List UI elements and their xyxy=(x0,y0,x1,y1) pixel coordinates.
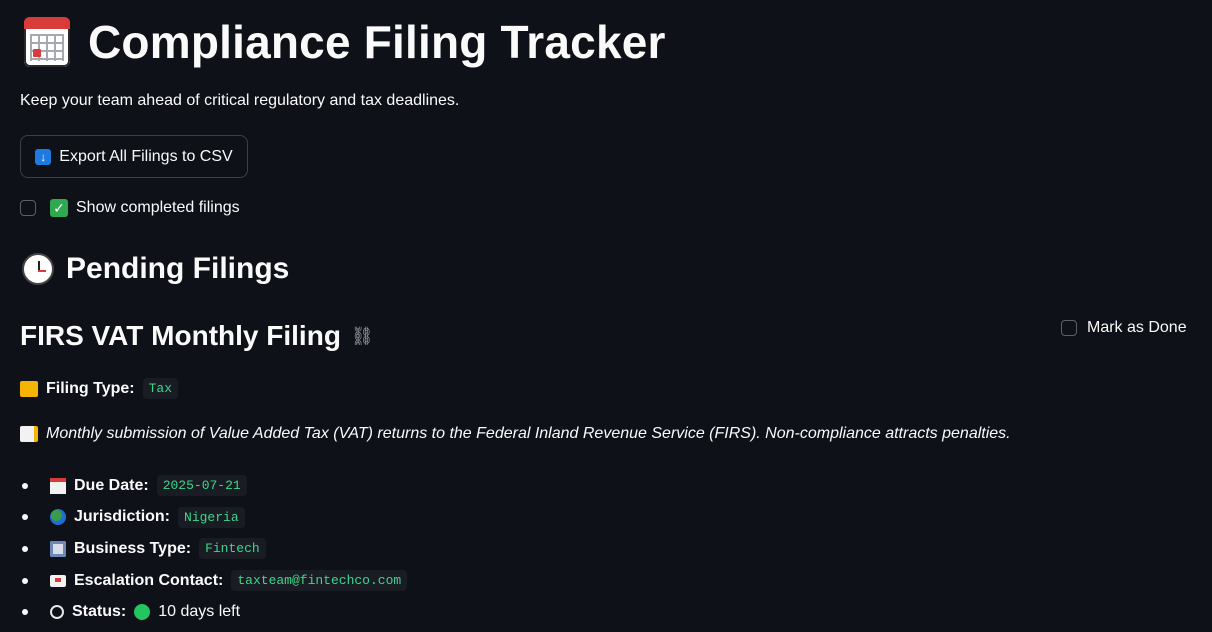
filing-heading: FIRS VAT Monthly Filing ⛓ xyxy=(20,320,374,352)
detail-escalation-contact: Escalation Contact: taxteam@fintechco.co… xyxy=(20,565,408,597)
due-date-value: 2025-07-21 xyxy=(156,475,247,497)
folder-icon xyxy=(20,380,38,397)
mark-done-toggle[interactable]: Mark as Done xyxy=(1061,319,1187,337)
building-icon xyxy=(50,540,66,557)
show-completed-label: Show completed filings xyxy=(76,199,240,216)
jurisdiction-value: Nigeria xyxy=(178,506,245,528)
download-icon: ↓ xyxy=(35,148,52,165)
section-header: Pending Filings xyxy=(22,252,289,286)
filing-type-row: Filing Type: Tax xyxy=(20,378,178,399)
show-completed-toggle[interactable]: ✓ Show completed filings xyxy=(20,199,240,217)
detail-business-type: Business Type: Fintech xyxy=(20,533,407,565)
mark-done-checkbox[interactable] xyxy=(1061,320,1077,336)
section-title: Pending Filings xyxy=(66,252,290,285)
status-indicator-icon xyxy=(134,604,151,621)
memo-icon xyxy=(20,426,38,442)
link-icon[interactable]: ⛓ xyxy=(351,326,374,347)
escalation-contact-value: taxteam@fintechco.com xyxy=(231,570,408,592)
calendar-icon xyxy=(24,17,70,67)
filing-type-value: Tax xyxy=(142,378,178,399)
page-header: Compliance Filing Tracker xyxy=(24,14,666,70)
envelope-icon xyxy=(50,574,66,587)
mark-done-label: Mark as Done xyxy=(1087,319,1187,336)
detail-jurisdiction: Jurisdiction: Nigeria xyxy=(20,502,407,534)
filing-description: Monthly submission of Value Added Tax (V… xyxy=(46,425,1011,442)
status-value: 10 days left xyxy=(158,603,241,621)
show-completed-checkbox[interactable] xyxy=(20,200,36,216)
business-type-value: Fintech xyxy=(199,538,266,560)
detail-due-date: Due Date: 2025-07-21 xyxy=(20,470,407,502)
filing-title: FIRS VAT Monthly Filing xyxy=(20,320,341,351)
stopwatch-icon xyxy=(50,605,64,620)
export-csv-label: Export All Filings to CSV xyxy=(59,147,233,165)
globe-icon xyxy=(50,509,66,526)
filing-type-label: Filing Type: xyxy=(46,379,135,397)
check-mark-icon: ✓ xyxy=(50,199,68,217)
filing-description-row: Monthly submission of Value Added Tax (V… xyxy=(20,425,1011,443)
clock-icon xyxy=(22,253,54,285)
app-page: Compliance Filing Tracker Keep your team… xyxy=(0,0,1212,632)
export-csv-button[interactable]: ↓ Export All Filings to CSV xyxy=(20,135,248,178)
page-title: Compliance Filing Tracker xyxy=(88,16,666,68)
calendar-icon xyxy=(50,477,66,494)
detail-status: Status: 10 days left xyxy=(20,596,407,628)
filing-details-list: Due Date: 2025-07-21 Jurisdiction: Niger… xyxy=(20,470,408,628)
page-subtitle: Keep your team ahead of critical regulat… xyxy=(20,92,460,109)
